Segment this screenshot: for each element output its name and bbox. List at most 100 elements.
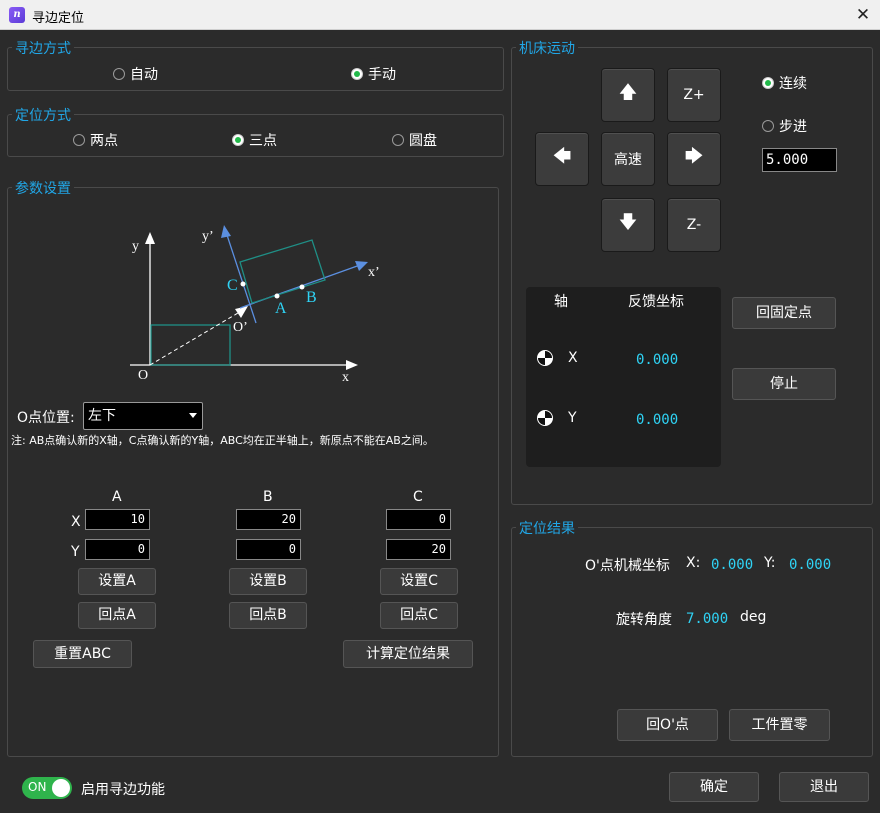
- diagram-label-y: y: [132, 239, 139, 254]
- stop-button[interactable]: 停止: [732, 368, 836, 400]
- point-a-x-field[interactable]: 10: [85, 509, 150, 530]
- workpiece-zero-button[interactable]: 工件置零: [729, 709, 830, 741]
- radio-indicator: [73, 134, 85, 146]
- result-y-value: 0.000: [789, 557, 832, 573]
- feedback-value-x: 0.000: [636, 352, 679, 368]
- exit-button[interactable]: 退出: [779, 772, 869, 802]
- radio-label: 连续: [779, 76, 807, 92]
- jog-high-speed-button[interactable]: 高速: [601, 132, 655, 186]
- note-text: 注: AB点确认新的X轴，C点确认新的Y轴，ABC均在正半轴上，新原点不能在AB…: [11, 434, 434, 447]
- feedback-header-coord: 反馈坐标: [628, 294, 684, 310]
- point-c-y-field[interactable]: 20: [386, 539, 451, 560]
- jog-left-button[interactable]: 🡄: [535, 132, 589, 186]
- axis-x-icon: [537, 350, 553, 366]
- rotation-angle-value: 7.000: [686, 611, 729, 627]
- point-b-x-field[interactable]: 20: [236, 509, 301, 530]
- jog-down-button[interactable]: 🡇: [601, 198, 655, 252]
- return-a-button[interactable]: 回点A: [78, 602, 156, 629]
- diagram-label-o: O: [138, 368, 148, 383]
- calc-result-button[interactable]: 计算定位结果: [343, 640, 473, 668]
- rotation-angle-unit: deg: [740, 609, 767, 625]
- diagram-label-a: A: [275, 300, 287, 317]
- return-b-button[interactable]: 回点B: [229, 602, 307, 629]
- enable-edge-label: 启用寻边功能: [81, 782, 165, 798]
- feedback-header-axis: 轴: [554, 294, 568, 310]
- o-prime-mech-label: O'点机械坐标: [585, 558, 670, 574]
- return-c-button[interactable]: 回点C: [380, 602, 458, 629]
- o-position-label: O点位置:: [17, 410, 75, 426]
- step-value-input[interactable]: 5.000: [762, 148, 837, 172]
- radio-label: 步进: [779, 119, 807, 135]
- params-title: 参数设置: [12, 178, 74, 198]
- point-b-y-field[interactable]: 0: [236, 539, 301, 560]
- app-icon: n: [9, 7, 25, 23]
- ok-button[interactable]: 确定: [669, 772, 759, 802]
- locate-mode-two-point-radio[interactable]: 两点: [73, 130, 118, 150]
- point-a-y-field[interactable]: 0: [85, 539, 150, 560]
- feedback-axis-y: Y: [568, 410, 577, 426]
- feedback-panel: 轴 反馈坐标 X 0.000 Y 0.000: [526, 287, 721, 467]
- feedback-axis-x: X: [568, 350, 578, 366]
- chevron-down-icon: [189, 413, 197, 418]
- radio-label: 圆盘: [409, 133, 437, 149]
- set-a-button[interactable]: 设置A: [78, 568, 156, 595]
- jog-high-speed-label: 高速: [614, 152, 642, 168]
- edge-mode-manual-radio[interactable]: 手动: [351, 64, 396, 84]
- coordinate-diagram: y x O y’ x’ O’ C A B: [130, 225, 380, 385]
- arrow-up-icon: 🡅: [618, 82, 638, 103]
- locate-mode-title: 定位方式: [12, 105, 74, 125]
- result-y-label: Y:: [764, 555, 776, 571]
- jog-zminus-label: Z-: [686, 217, 702, 233]
- result-title: 定位结果: [516, 518, 578, 538]
- edge-mode-title: 寻边方式: [12, 38, 74, 58]
- go-home-button[interactable]: 回固定点: [732, 297, 836, 329]
- result-x-value: 0.000: [711, 557, 754, 573]
- enable-edge-toggle[interactable]: ON: [22, 777, 72, 799]
- arrow-down-icon: 🡇: [618, 212, 638, 233]
- locate-mode-disc-radio[interactable]: 圆盘: [392, 130, 437, 150]
- edge-mode-auto-radio[interactable]: 自动: [113, 64, 158, 84]
- jog-zminus-button[interactable]: Z-: [667, 198, 721, 252]
- axis-y-icon: [537, 410, 553, 426]
- title-bar: n 寻边定位 ✕: [0, 0, 880, 30]
- diagram-label-o-prime: O’: [233, 320, 248, 335]
- radio-indicator: [351, 68, 363, 80]
- radio-label: 两点: [90, 133, 118, 149]
- jog-right-button[interactable]: 🡆: [667, 132, 721, 186]
- continuous-mode-radio[interactable]: 连续: [762, 73, 807, 93]
- set-c-button[interactable]: 设置C: [380, 568, 458, 595]
- radio-indicator: [762, 120, 774, 132]
- diagram-label-b: B: [306, 289, 317, 306]
- arrow-left-icon: 🡄: [552, 146, 572, 167]
- jog-zplus-button[interactable]: Z+: [667, 68, 721, 122]
- return-o-prime-button[interactable]: 回O'点: [617, 709, 718, 741]
- machine-motion-title: 机床运动: [516, 38, 578, 58]
- diagram-label-c: C: [227, 277, 238, 294]
- step-mode-radio[interactable]: 步进: [762, 116, 807, 136]
- locate-mode-three-point-radio[interactable]: 三点: [232, 130, 277, 150]
- set-b-button[interactable]: 设置B: [229, 568, 307, 595]
- radio-indicator: [113, 68, 125, 80]
- radio-label: 三点: [249, 133, 277, 149]
- column-header-b: B: [263, 489, 273, 505]
- o-position-select[interactable]: 左下: [83, 402, 203, 430]
- jog-zplus-label: Z+: [683, 87, 705, 103]
- row-label-x: X: [71, 514, 81, 530]
- column-header-a: A: [112, 489, 122, 505]
- window-title: 寻边定位: [32, 11, 85, 26]
- reset-abc-button[interactable]: 重置ABC: [33, 640, 132, 668]
- close-icon[interactable]: ✕: [846, 0, 880, 30]
- radio-label: 手动: [368, 67, 396, 83]
- radio-indicator: [392, 134, 404, 146]
- row-label-y: Y: [71, 544, 80, 560]
- jog-up-button[interactable]: 🡅: [601, 68, 655, 122]
- o-position-value: 左下: [88, 408, 116, 424]
- arrow-right-icon: 🡆: [684, 146, 704, 167]
- rotation-angle-label: 旋转角度: [616, 612, 672, 628]
- feedback-value-y: 0.000: [636, 412, 679, 428]
- result-x-label: X:: [686, 555, 701, 571]
- radio-indicator: [232, 134, 244, 146]
- point-c-x-field[interactable]: 0: [386, 509, 451, 530]
- diagram-label-x: x: [342, 370, 349, 385]
- column-header-c: C: [413, 489, 423, 505]
